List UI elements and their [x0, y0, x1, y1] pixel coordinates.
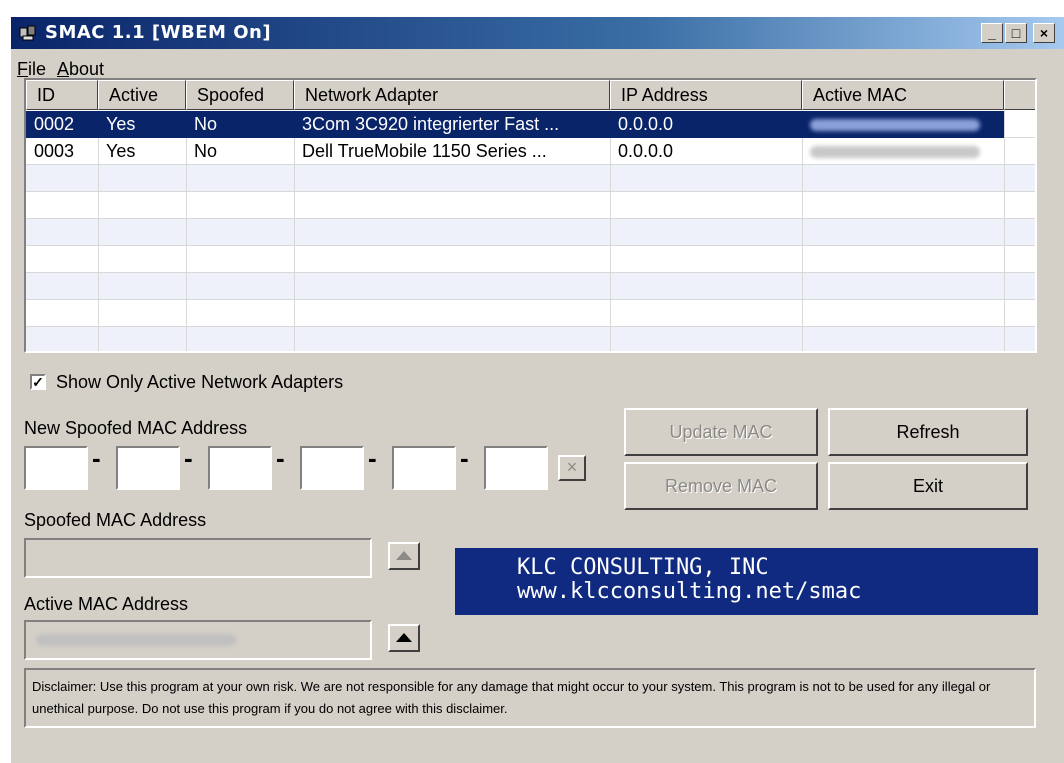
- menu-about[interactable]: About: [57, 59, 104, 80]
- update-mac-button[interactable]: Update MAC: [624, 408, 818, 456]
- banner-url: www.klcconsulting.net/smac: [517, 579, 862, 604]
- spoofed-mac-field: [24, 538, 372, 578]
- octet-separator: -: [92, 443, 101, 473]
- cell-active-mac-redacted: [802, 111, 1004, 138]
- menu-file-mnemonic: F: [17, 59, 28, 79]
- cell-spoofed: No: [186, 111, 294, 138]
- empty-row: [26, 326, 1035, 351]
- window-title: SMAC 1.1 [WBEM On]: [45, 22, 272, 43]
- grid-line: [26, 245, 1035, 246]
- empty-row: [26, 191, 1035, 218]
- cell-id: 0003: [34, 141, 75, 161]
- mac-octet-4-input[interactable]: [300, 446, 364, 490]
- cell-active: Yes: [98, 111, 186, 138]
- maximize-button[interactable]: □: [1005, 23, 1027, 43]
- remove-mac-button[interactable]: Remove MAC: [624, 462, 818, 510]
- column-spoofed[interactable]: Spoofed: [186, 80, 294, 110]
- menu-file[interactable]: File: [17, 59, 46, 80]
- menu-file-label: ile: [28, 59, 47, 79]
- table-row[interactable]: 0003 Yes No Dell TrueMobile 1150 Series …: [26, 138, 1004, 165]
- show-active-checkbox[interactable]: ✓: [30, 374, 46, 390]
- active-mac-label: Active MAC Address: [24, 594, 189, 614]
- empty-row: [26, 272, 1035, 299]
- cell-ip: 0.0.0.0: [610, 111, 802, 138]
- empty-row: [26, 218, 1035, 245]
- octet-separator: -: [368, 443, 377, 473]
- spoofed-mac-label: Spoofed MAC Address: [24, 510, 207, 530]
- mac-octet-3-input[interactable]: [208, 446, 272, 490]
- cell-id: 0002: [26, 111, 98, 138]
- klc-banner[interactable]: KLC CONSULTING, INC www.klcconsulting.ne…: [455, 548, 1038, 615]
- minimize-button[interactable]: _: [981, 23, 1003, 43]
- cell-spoofed: No: [194, 141, 218, 161]
- list-header: ID Active Spoofed Network Adapter IP Add…: [26, 80, 1035, 112]
- grid-line: [1004, 110, 1005, 351]
- mac-octet-6-input[interactable]: [484, 446, 548, 490]
- menu-about-label: bout: [69, 59, 105, 79]
- column-network-adapter[interactable]: Network Adapter: [294, 80, 610, 110]
- copy-spoofed-mac-button: [388, 542, 420, 570]
- exit-button[interactable]: Exit: [828, 462, 1028, 510]
- octet-separator: -: [276, 443, 285, 473]
- empty-row: [26, 299, 1035, 326]
- app-icon: [19, 25, 36, 41]
- show-active-label: Show Only Active Network Adapters: [56, 372, 344, 392]
- mac-octet-1-input[interactable]: [24, 446, 88, 490]
- grid-line: [26, 326, 1035, 327]
- empty-row: [26, 164, 1035, 191]
- grid-line: [26, 218, 1035, 219]
- mac-octet-5-input[interactable]: [392, 446, 456, 490]
- title-bar[interactable]: SMAC 1.1 [WBEM On] _ □ ×: [11, 17, 1064, 49]
- column-active-mac[interactable]: Active MAC: [802, 80, 1004, 110]
- column-filler: [1004, 80, 1035, 110]
- octet-separator: -: [460, 443, 469, 473]
- adapter-list[interactable]: ID Active Spoofed Network Adapter IP Add…: [24, 78, 1037, 353]
- disclaimer-text: Disclaimer: Use this program at your own…: [24, 668, 1036, 728]
- empty-row: [26, 245, 1035, 272]
- cell-adapter: 3Com 3C920 integrierter Fast ...: [294, 111, 610, 138]
- column-ip-address[interactable]: IP Address: [610, 80, 802, 110]
- grid-line: [26, 272, 1035, 273]
- up-arrow-icon: [396, 551, 412, 560]
- up-arrow-icon: [396, 633, 412, 642]
- grid-line: [26, 191, 1035, 192]
- clear-mac-button[interactable]: ×: [558, 455, 586, 481]
- cell-active: Yes: [106, 141, 136, 161]
- new-mac-label: New Spoofed MAC Address: [24, 418, 248, 438]
- mac-octet-2-input[interactable]: [116, 446, 180, 490]
- cell-ip: 0.0.0.0: [618, 141, 674, 161]
- copy-active-mac-button[interactable]: [388, 624, 420, 652]
- menu-about-mnemonic: A: [57, 59, 70, 79]
- cell-adapter: Dell TrueMobile 1150 Series ...: [302, 141, 547, 161]
- banner-company: KLC CONSULTING, INC: [517, 555, 769, 580]
- cell-active-mac-redacted: [802, 138, 1004, 165]
- column-id[interactable]: ID: [26, 80, 98, 110]
- grid-line: [26, 299, 1035, 300]
- table-row[interactable]: 0002 Yes No 3Com 3C920 integrierter Fast…: [26, 111, 1004, 138]
- column-active[interactable]: Active: [98, 80, 186, 110]
- refresh-button[interactable]: Refresh: [828, 408, 1028, 456]
- active-mac-field-redacted: [24, 620, 372, 660]
- close-button[interactable]: ×: [1033, 23, 1055, 43]
- octet-separator: -: [184, 443, 193, 473]
